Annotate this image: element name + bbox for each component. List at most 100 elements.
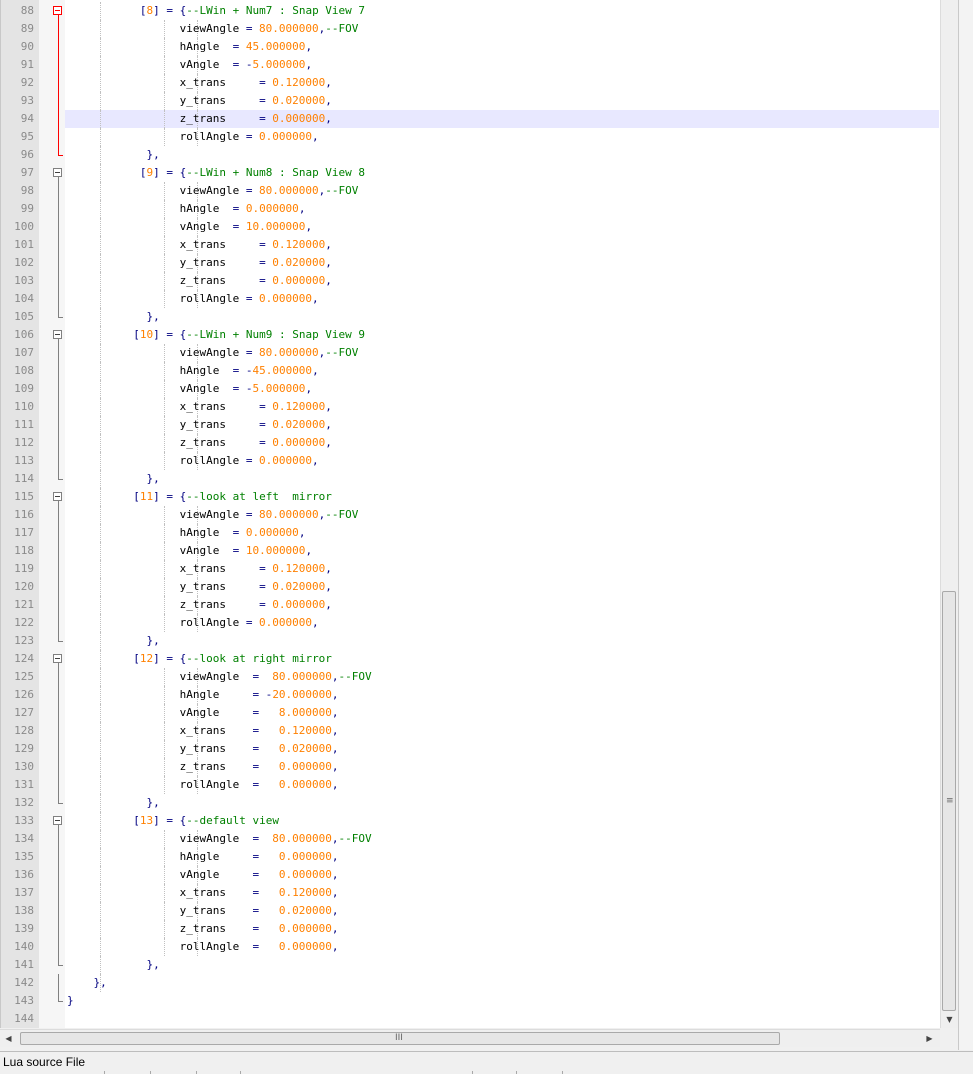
code-line[interactable]: 116 viewAngle = 80.000000,--FOV <box>1 506 941 524</box>
code-line[interactable]: 115 [11] = {--look at left mirror <box>1 488 941 506</box>
code-line[interactable]: 90 hAngle = 45.000000, <box>1 38 941 56</box>
fold-line <box>58 740 59 758</box>
code-line[interactable]: 102 y_trans = 0.020000, <box>1 254 941 272</box>
vertical-scroll-thumb[interactable]: ≡ <box>942 591 956 1011</box>
code-line[interactable]: 133 [13] = {--default view <box>1 812 941 830</box>
code-number: 0.120000 <box>265 238 326 251</box>
code-line[interactable]: 142 }, <box>1 974 941 992</box>
vertical-scrollbar[interactable]: ≡ ▼ <box>940 0 958 1028</box>
code-line[interactable]: 139 z_trans = 0.000000, <box>1 920 941 938</box>
code-line[interactable]: 93 y_trans = 0.020000, <box>1 92 941 110</box>
code-line[interactable]: 89 viewAngle = 80.000000,--FOV <box>1 20 941 38</box>
code-line[interactable]: 114 }, <box>1 470 941 488</box>
code-token: vAngle <box>67 382 233 395</box>
code-line[interactable]: 120 y_trans = 0.020000, <box>1 578 941 596</box>
fold-collapse-icon[interactable] <box>53 654 62 663</box>
code-number: 0.000000 <box>265 436 326 449</box>
code-line[interactable]: 98 viewAngle = 80.000000,--FOV <box>1 182 941 200</box>
code-line[interactable]: 95 rollAngle = 0.000000, <box>1 128 941 146</box>
line-number: 104 <box>14 292 34 305</box>
fold-collapse-icon[interactable] <box>53 492 62 501</box>
code-line[interactable]: 140 rollAngle = 0.000000, <box>1 938 941 956</box>
fold-line <box>58 938 59 956</box>
code-line[interactable]: 134 viewAngle = 80.000000,--FOV <box>1 830 941 848</box>
code-text: vAngle = -5.000000, <box>67 380 312 398</box>
code-line[interactable]: 141 }, <box>1 956 941 974</box>
code-number: 80.000000 <box>252 508 319 521</box>
code-token: = <box>259 580 266 593</box>
horizontal-scroll-thumb[interactable]: III <box>20 1032 780 1045</box>
code-line[interactable]: 110 x_trans = 0.120000, <box>1 398 941 416</box>
code-line[interactable]: 103 z_trans = 0.000000, <box>1 272 941 290</box>
line-number: 134 <box>14 832 34 845</box>
code-line[interactable]: 105 }, <box>1 308 941 326</box>
code-line[interactable]: 137 x_trans = 0.120000, <box>1 884 941 902</box>
code-line[interactable]: 143} <box>1 992 941 1010</box>
code-line[interactable]: 126 hAngle = -20.000000, <box>1 686 941 704</box>
fold-collapse-icon[interactable] <box>53 168 62 177</box>
code-token: - <box>259 688 273 701</box>
code-line[interactable]: 96 }, <box>1 146 941 164</box>
code-number: 80.000000 <box>252 184 319 197</box>
scroll-left-icon[interactable]: ◀ <box>0 1030 17 1047</box>
code-line[interactable]: 117 hAngle = 0.000000, <box>1 524 941 542</box>
code-line[interactable]: 123 }, <box>1 632 941 650</box>
code-line[interactable]: 113 rollAngle = 0.000000, <box>1 452 941 470</box>
code-number: 13 <box>139 814 154 827</box>
code-text: y_trans = 0.020000, <box>67 902 339 920</box>
code-line[interactable]: 118 vAngle = 10.000000, <box>1 542 941 560</box>
code-line[interactable]: 101 x_trans = 0.120000, <box>1 236 941 254</box>
code-line[interactable]: 129 y_trans = 0.020000, <box>1 740 941 758</box>
fold-line <box>58 182 59 200</box>
code-line[interactable]: 111 y_trans = 0.020000, <box>1 416 941 434</box>
fold-end-marker <box>58 155 63 156</box>
code-line[interactable]: 138 y_trans = 0.020000, <box>1 902 941 920</box>
code-line[interactable]: 106 [10] = {--LWin + Num9 : Snap View 9 <box>1 326 941 344</box>
code-line[interactable]: 128 x_trans = 0.120000, <box>1 722 941 740</box>
code-line[interactable]: 109 vAngle = -5.000000, <box>1 380 941 398</box>
code-line[interactable]: 125 viewAngle = 80.000000,--FOV <box>1 668 941 686</box>
fold-end-marker <box>58 1001 63 1002</box>
code-line[interactable]: 135 hAngle = 0.000000, <box>1 848 941 866</box>
code-line[interactable]: 104 rollAngle = 0.000000, <box>1 290 941 308</box>
fold-collapse-icon[interactable] <box>53 816 62 825</box>
code-editor[interactable]: 88 [8] = {--LWin + Num7 : Snap View 7 89 … <box>0 0 941 1028</box>
code-token: = <box>259 436 266 449</box>
code-line[interactable]: 92 x_trans = 0.120000, <box>1 74 941 92</box>
code-line[interactable]: 107 viewAngle = 80.000000,--FOV <box>1 344 941 362</box>
code-line[interactable]: 130 z_trans = 0.000000, <box>1 758 941 776</box>
code-line[interactable]: 122 rollAngle = 0.000000, <box>1 614 941 632</box>
horizontal-scrollbar[interactable]: ◀ III ▶ <box>0 1029 940 1047</box>
code-line[interactable]: 97 [9] = {--LWin + Num8 : Snap View 8 <box>1 164 941 182</box>
code-line[interactable]: 99 hAngle = 0.000000, <box>1 200 941 218</box>
code-text: z_trans = 0.000000, <box>67 758 339 776</box>
code-token: } <box>67 994 74 1007</box>
code-line[interactable]: 91 vAngle = -5.000000, <box>1 56 941 74</box>
code-line[interactable]: 119 x_trans = 0.120000, <box>1 560 941 578</box>
fold-line <box>58 668 59 686</box>
code-line[interactable]: 131 rollAngle = 0.000000, <box>1 776 941 794</box>
code-token: vAngle <box>67 868 253 881</box>
fold-line <box>58 920 59 938</box>
code-line[interactable]: 144 <box>1 1010 941 1028</box>
code-line[interactable]: 100 vAngle = 10.000000, <box>1 218 941 236</box>
code-text: hAngle = 45.000000, <box>67 38 312 56</box>
code-line[interactable]: 124 [12] = {--look at right mirror <box>1 650 941 668</box>
code-line[interactable]: 88 [8] = {--LWin + Num7 : Snap View 7 <box>1 2 941 20</box>
fold-collapse-icon[interactable] <box>53 6 62 15</box>
scroll-down-icon[interactable]: ▼ <box>941 1012 958 1028</box>
fold-line <box>58 290 59 308</box>
code-line[interactable]: 121 z_trans = 0.000000, <box>1 596 941 614</box>
line-number: 95 <box>20 130 34 143</box>
line-number: 109 <box>14 382 34 395</box>
line-number: 121 <box>14 598 34 611</box>
code-line[interactable]: 127 vAngle = 8.000000, <box>1 704 941 722</box>
code-line[interactable]: 112 z_trans = 0.000000, <box>1 434 941 452</box>
code-line[interactable]: 132 }, <box>1 794 941 812</box>
scroll-right-icon[interactable]: ▶ <box>921 1030 938 1047</box>
code-line[interactable]: 136 vAngle = 0.000000, <box>1 866 941 884</box>
code-token: [ <box>133 166 147 179</box>
code-line[interactable]: 94 z_trans = 0.000000, <box>1 110 941 128</box>
code-line[interactable]: 108 hAngle = -45.000000, <box>1 362 941 380</box>
fold-collapse-icon[interactable] <box>53 330 62 339</box>
